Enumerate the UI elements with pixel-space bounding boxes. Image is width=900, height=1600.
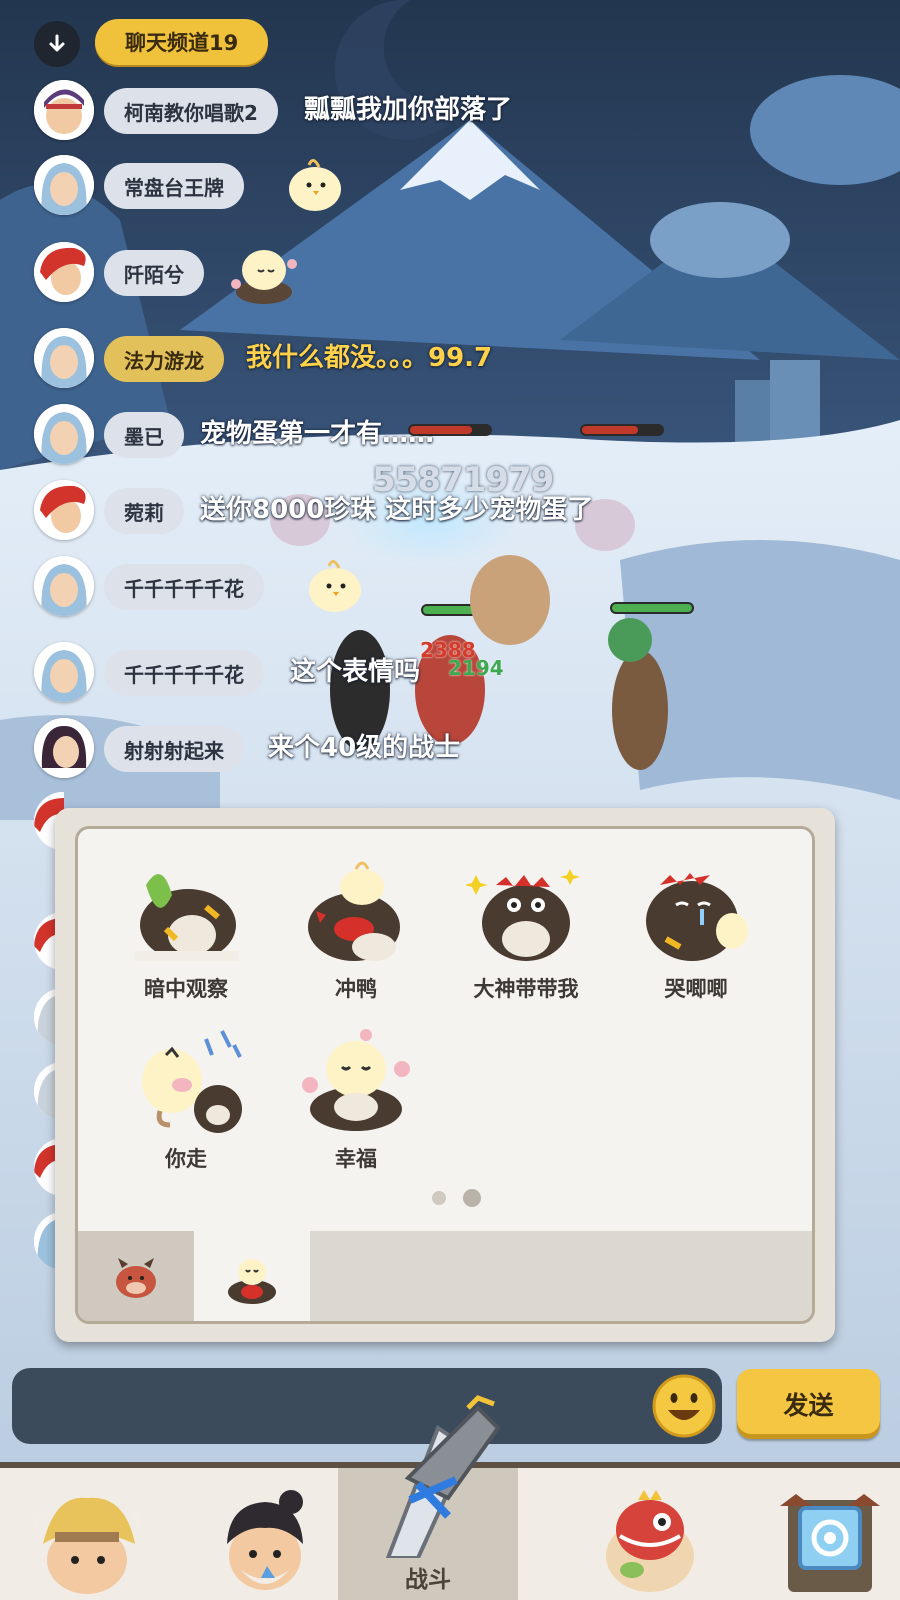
avatar-blue-hair-icon: [34, 556, 94, 616]
sticker-panel-body: 暗中观察 冲鸭 大神带带我 哭唧唧 你走 幸福: [75, 826, 815, 1324]
nav-hero-2[interactable]: [180, 1468, 360, 1600]
message-text: 我什么都没。。。99.7: [246, 343, 493, 373]
avatar-red-hair-icon: [34, 242, 94, 302]
page-indicator-dot[interactable]: [432, 1191, 446, 1205]
player-avatar[interactable]: [34, 718, 94, 778]
message-text: 送你8000珍珠 这时多少宠物蛋了: [200, 495, 594, 525]
chat-channel-badge[interactable]: 聊天频道19: [95, 19, 269, 65]
dino-beg-sticker-icon: [466, 869, 580, 961]
send-button[interactable]: 发送: [737, 1369, 880, 1439]
sticker-item[interactable]: 暗中观察: [106, 855, 266, 1015]
chick-dino-pack-icon: [228, 1259, 276, 1304]
avatar-dark-hair-icon: [34, 718, 94, 778]
chick-happy-sticker-icon: [302, 1029, 410, 1131]
player-avatar[interactable]: [34, 242, 94, 302]
chick-happy-sticker-icon: [231, 250, 297, 304]
sticker-item[interactable]: 你走: [106, 1025, 266, 1185]
message-text: 这个表情吗: [290, 657, 421, 687]
sticker-label: 暗中观察: [144, 977, 228, 1001]
sticker-pack-tab[interactable]: [78, 1231, 194, 1321]
sticker-item[interactable]: 幸福: [276, 1025, 436, 1185]
dino-cry-sticker-icon: [646, 873, 748, 961]
sticker-label: 冲鸭: [335, 977, 377, 1001]
sticker-pack-tab-active[interactable]: [194, 1231, 310, 1321]
player-name[interactable]: 菀莉: [104, 488, 184, 534]
page-indicator-dot-active[interactable]: [463, 1189, 481, 1207]
player-avatar[interactable]: [34, 642, 94, 702]
battle-scene-background: [0, 0, 900, 1600]
message-text: 瓢瓢我加你部落了: [304, 95, 513, 125]
dino-charge-sticker-icon: [308, 861, 400, 961]
chick-sticker-icon: [289, 159, 341, 211]
avatar-blue-hair-icon: [34, 404, 94, 464]
nav-label: 战斗: [405, 1567, 451, 1593]
nav-battle[interactable]: 战斗: [338, 1395, 518, 1600]
dino-peek-sticker-icon: [134, 874, 238, 961]
player-name[interactable]: 阡陌兮: [104, 250, 204, 296]
player-avatar[interactable]: [34, 80, 94, 140]
message-text: 来个40级的战士: [268, 733, 461, 763]
boar-pack-icon: [116, 1258, 156, 1298]
player-name[interactable]: 墨已: [104, 412, 184, 458]
avatar-blue-hair-icon: [34, 155, 94, 215]
player-name[interactable]: 射射射起来: [104, 726, 244, 772]
sticker-label: 幸福: [335, 1147, 377, 1171]
smiley-face-icon[interactable]: [652, 1374, 716, 1438]
avatar-red-hair-icon: [34, 480, 94, 540]
player-name[interactable]: 千千千千千花: [104, 564, 264, 610]
nav-pet[interactable]: [560, 1468, 740, 1600]
player-name[interactable]: 千千千千千花: [104, 650, 264, 696]
sticker-label: 大神带带我: [473, 977, 579, 1001]
player-name[interactable]: 柯南教你唱歌2: [104, 88, 278, 134]
chick-sticker-icon: [309, 560, 361, 612]
player-avatar[interactable]: [34, 328, 94, 388]
player-avatar[interactable]: [34, 480, 94, 540]
sticker-pack-tabs: [78, 1231, 812, 1321]
avatar-purple-hair-icon: [34, 80, 94, 140]
player-avatar[interactable]: [34, 155, 94, 215]
scroll-to-latest-button[interactable]: [34, 21, 80, 67]
player-avatar[interactable]: [34, 404, 94, 464]
bottom-navigation: 战斗: [0, 1395, 900, 1600]
nav-hero-1[interactable]: [0, 1468, 180, 1600]
heal-number-green: 2194: [448, 656, 504, 680]
nav-portal[interactable]: [740, 1468, 900, 1600]
sticker-panel: 暗中观察 冲鸭 大神带带我 哭唧唧 你走 幸福: [55, 808, 835, 1342]
player-name-highlighted[interactable]: 法力游龙: [104, 336, 224, 382]
avatar-blue-hair-icon: [34, 328, 94, 388]
pet-dino-icon: [606, 1490, 694, 1592]
player-avatar[interactable]: [34, 556, 94, 616]
sticker-label: 哭唧唧: [664, 977, 728, 1001]
sticker-item[interactable]: 冲鸭: [276, 855, 436, 1015]
hero-fur-hat-icon: [32, 1497, 142, 1594]
hero-topknot-icon: [227, 1490, 303, 1590]
avatar-blue-hair-icon: [34, 642, 94, 702]
sticker-label: 你走: [165, 1147, 207, 1171]
portal-gate-icon: [780, 1494, 880, 1592]
arrow-down-icon: [49, 34, 65, 52]
battle-sword-icon: [385, 1395, 501, 1558]
sticker-item[interactable]: 哭唧唧: [616, 855, 776, 1015]
player-name[interactable]: 常盘台王牌: [104, 163, 244, 209]
sticker-item[interactable]: 大神带带我: [446, 855, 606, 1015]
chick-angry-sticker-icon: [142, 1030, 242, 1133]
message-text: 宠物蛋第一才有……: [200, 419, 435, 449]
